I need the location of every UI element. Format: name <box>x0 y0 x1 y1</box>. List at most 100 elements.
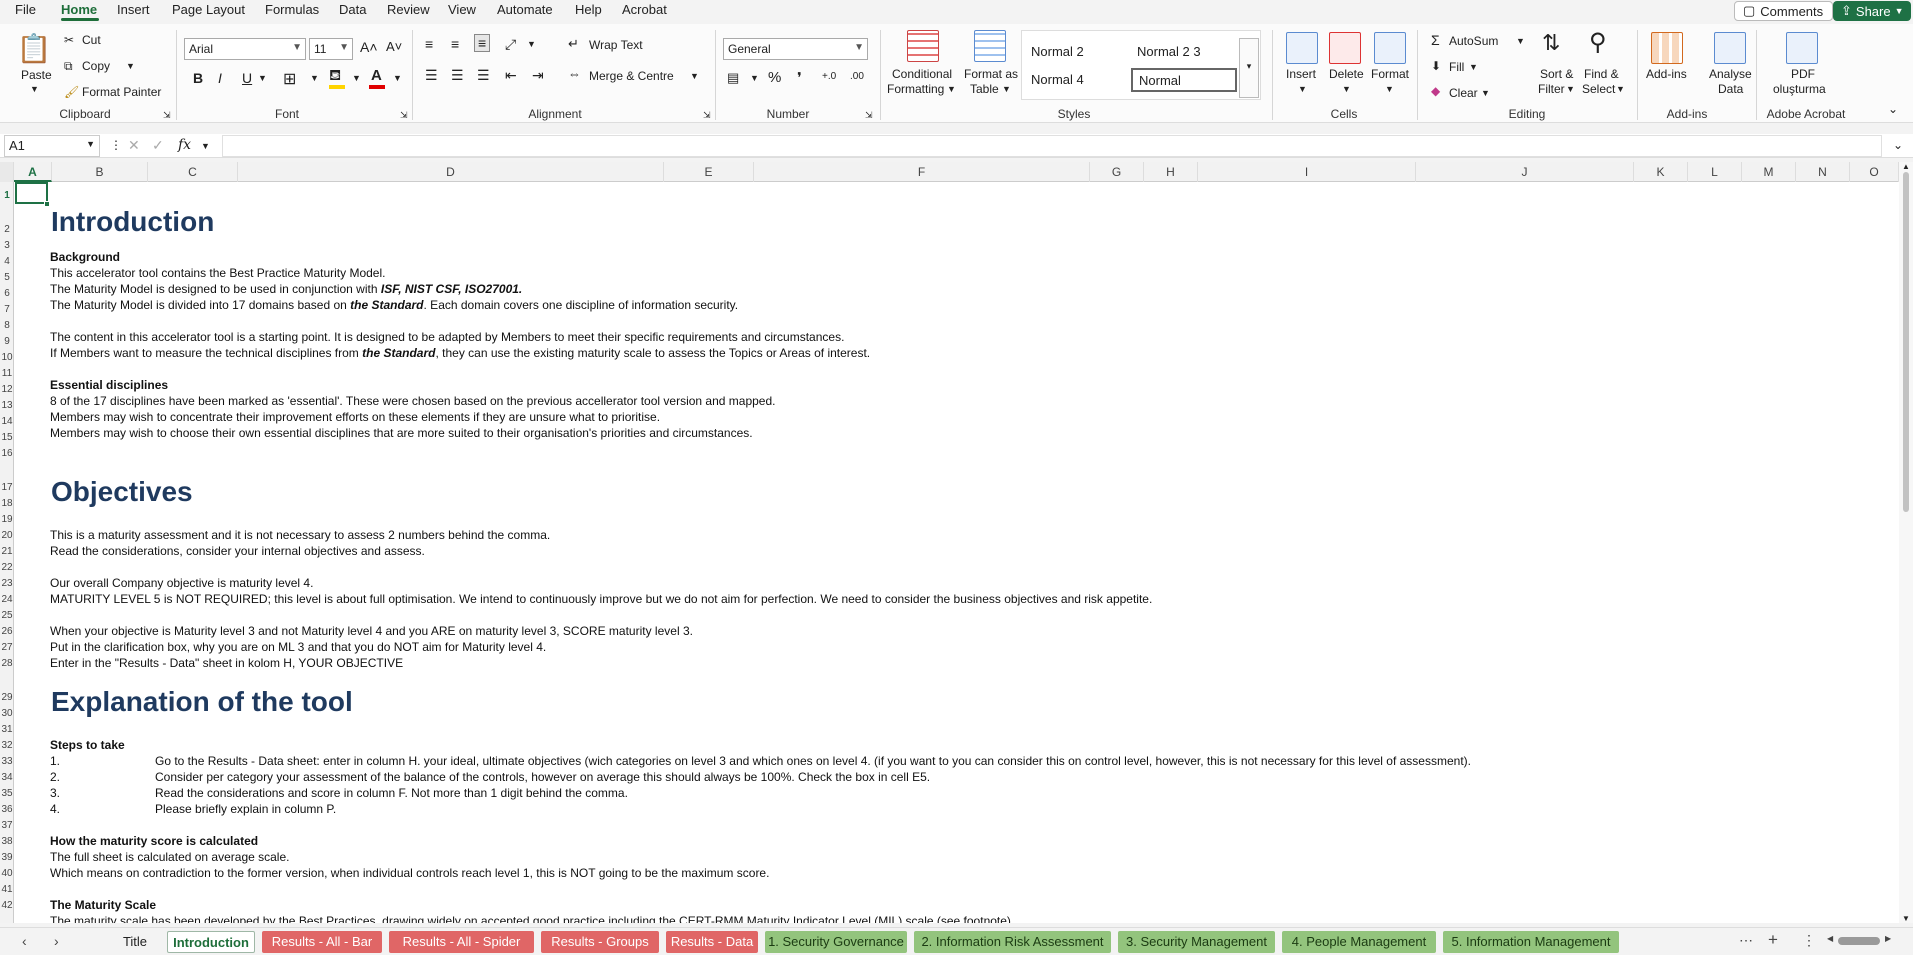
row-header[interactable]: 5 <box>0 272 14 286</box>
column-header-i[interactable]: I <box>1198 162 1416 182</box>
sheet-tab[interactable]: Title <box>110 931 160 953</box>
column-header-f[interactable]: F <box>754 162 1090 182</box>
row-header[interactable]: 27 <box>0 642 14 656</box>
more-sheets-icon[interactable]: ⋯ <box>1739 932 1753 949</box>
paste-icon[interactable]: 📋 <box>16 28 52 68</box>
fill-color-icon[interactable]: ⛾ <box>329 67 341 86</box>
insert-button[interactable]: Insert <box>1286 67 1316 81</box>
scroll-up-icon[interactable]: ▲ <box>1902 162 1910 171</box>
column-header-b[interactable]: B <box>52 162 148 182</box>
row-header[interactable]: 23 <box>0 578 14 592</box>
column-header-d[interactable]: D <box>238 162 664 182</box>
pdf-create-button-line2[interactable]: oluşturma <box>1773 82 1826 96</box>
chevron-down-icon[interactable]: ▼ <box>126 61 135 71</box>
scroll-down-icon[interactable]: ▼ <box>1902 914 1910 923</box>
chevron-left-icon[interactable]: ‹ <box>22 933 27 949</box>
scroll-left-icon[interactable]: ◀ <box>1827 934 1833 943</box>
style-normal-2[interactable]: Normal 2 <box>1031 44 1084 59</box>
accounting-format-icon[interactable]: ▤ <box>727 70 739 86</box>
row-header[interactable]: 21 <box>0 546 14 560</box>
autosum-button[interactable]: AutoSum <box>1449 34 1498 48</box>
column-header-l[interactable]: L <box>1688 162 1742 182</box>
comma-style-icon[interactable]: ❜ <box>797 69 802 87</box>
row-header[interactable]: 14 <box>0 416 14 430</box>
pdf-create-button[interactable]: PDF <box>1791 67 1815 81</box>
row-header[interactable]: 22 <box>0 562 14 576</box>
row-header[interactable]: 31 <box>0 724 14 738</box>
align-right-icon[interactable]: ☰ <box>477 67 490 84</box>
find-select-icon[interactable]: ⚲ <box>1589 28 1607 57</box>
add-ins-icon[interactable] <box>1651 32 1683 64</box>
column-header-o[interactable]: O <box>1850 162 1899 182</box>
vertical-scrollbar[interactable]: ▲ ▼ <box>1899 162 1913 923</box>
merge-center-button[interactable]: Merge & Centre <box>589 69 674 83</box>
conditional-formatting-icon[interactable] <box>907 30 939 62</box>
select-all-corner[interactable] <box>0 162 14 182</box>
sheet-tab[interactable]: 1. Security Governance <box>765 931 907 953</box>
menu-data[interactable]: Data <box>339 2 366 17</box>
column-header-m[interactable]: M <box>1742 162 1796 182</box>
format-button[interactable]: Format <box>1371 67 1409 81</box>
menu-page-layout[interactable]: Page Layout <box>172 2 245 17</box>
row-header[interactable]: 18 <box>0 498 14 512</box>
add-sheet-icon[interactable]: + <box>1768 930 1778 950</box>
conditional-formatting-button-line2[interactable]: Formatting <box>887 82 944 96</box>
horizontal-scroll-thumb[interactable] <box>1838 937 1880 945</box>
chevron-down-icon[interactable]: ▼ <box>1481 88 1490 98</box>
sheet-tab[interactable]: Results - All - Bar <box>262 931 382 953</box>
chevron-down-icon[interactable]: ▼ <box>393 73 402 83</box>
menu-acrobat[interactable]: Acrobat <box>622 2 667 17</box>
sort-filter-button[interactable]: Sort & <box>1540 67 1573 81</box>
bold-icon[interactable]: B <box>193 70 203 86</box>
column-header-a[interactable]: A <box>14 162 52 182</box>
chevron-down-icon[interactable]: ▼ <box>201 141 210 151</box>
column-header-g[interactable]: G <box>1090 162 1144 182</box>
conditional-formatting-button[interactable]: Conditional <box>892 67 952 81</box>
column-header-j[interactable]: J <box>1416 162 1634 182</box>
sheet-tab[interactable]: 2. Information Risk Assessment <box>914 931 1111 953</box>
format-as-table-icon[interactable] <box>974 30 1006 62</box>
align-middle-icon[interactable]: ≡ <box>451 36 459 52</box>
more-options-icon[interactable]: ⋮ <box>110 138 122 152</box>
row-header[interactable]: 8 <box>0 320 14 334</box>
row-header[interactable]: 16 <box>0 448 14 462</box>
font-size-select[interactable]: 11▼ <box>309 38 353 60</box>
menu-view[interactable]: View <box>448 2 476 17</box>
underline-icon[interactable]: U <box>242 70 252 86</box>
row-header[interactable]: 36 <box>0 804 14 818</box>
delete-button[interactable]: Delete <box>1329 67 1364 81</box>
row-header[interactable]: 11 <box>0 368 14 382</box>
format-painter-button[interactable]: Format Painter <box>82 85 161 99</box>
format-as-table-button-line2[interactable]: Table <box>970 82 999 96</box>
expand-formula-bar-icon[interactable]: ⌄ <box>1893 138 1903 152</box>
style-normal-2-3[interactable]: Normal 2 3 <box>1137 44 1201 59</box>
clear-button[interactable]: Clear <box>1449 86 1478 100</box>
column-header-e[interactable]: E <box>664 162 754 182</box>
sort-filter-icon[interactable]: ⇅ <box>1542 30 1560 56</box>
wrap-text-button[interactable]: Wrap Text <box>589 38 643 52</box>
row-header[interactable]: 24 <box>0 594 14 608</box>
row-header[interactable]: 13 <box>0 400 14 414</box>
row-header[interactable]: 9 <box>0 336 14 350</box>
font-name-select[interactable]: Arial▼ <box>184 38 306 60</box>
row-header[interactable]: 6 <box>0 288 14 302</box>
align-center-icon[interactable]: ☰ <box>451 67 464 84</box>
chevron-down-icon[interactable]: ▼ <box>527 39 536 49</box>
menu-automate[interactable]: Automate <box>497 2 553 17</box>
row-header[interactable]: 37 <box>0 820 14 834</box>
find-select-button-line2[interactable]: Select <box>1582 82 1615 96</box>
chevron-right-icon[interactable]: › <box>54 933 59 949</box>
menu-home[interactable]: Home <box>61 2 97 17</box>
chevron-down-icon[interactable]: ▼ <box>750 73 759 83</box>
menu-file[interactable]: File <box>15 2 36 17</box>
comments-button[interactable]: ▢ Comments <box>1734 1 1833 21</box>
menu-review[interactable]: Review <box>387 2 430 17</box>
chevron-down-icon[interactable]: ▼ <box>1566 84 1575 94</box>
scroll-right-icon[interactable]: ▶ <box>1885 934 1891 943</box>
row-header[interactable]: 29 <box>0 692 14 706</box>
row-header[interactable]: 2 <box>0 224 14 238</box>
formula-input[interactable] <box>222 135 1882 157</box>
chevron-down-icon[interactable]: ▼ <box>30 84 39 94</box>
add-ins-button[interactable]: Add-ins <box>1646 67 1687 81</box>
analyse-data-button[interactable]: Analyse <box>1709 67 1752 81</box>
